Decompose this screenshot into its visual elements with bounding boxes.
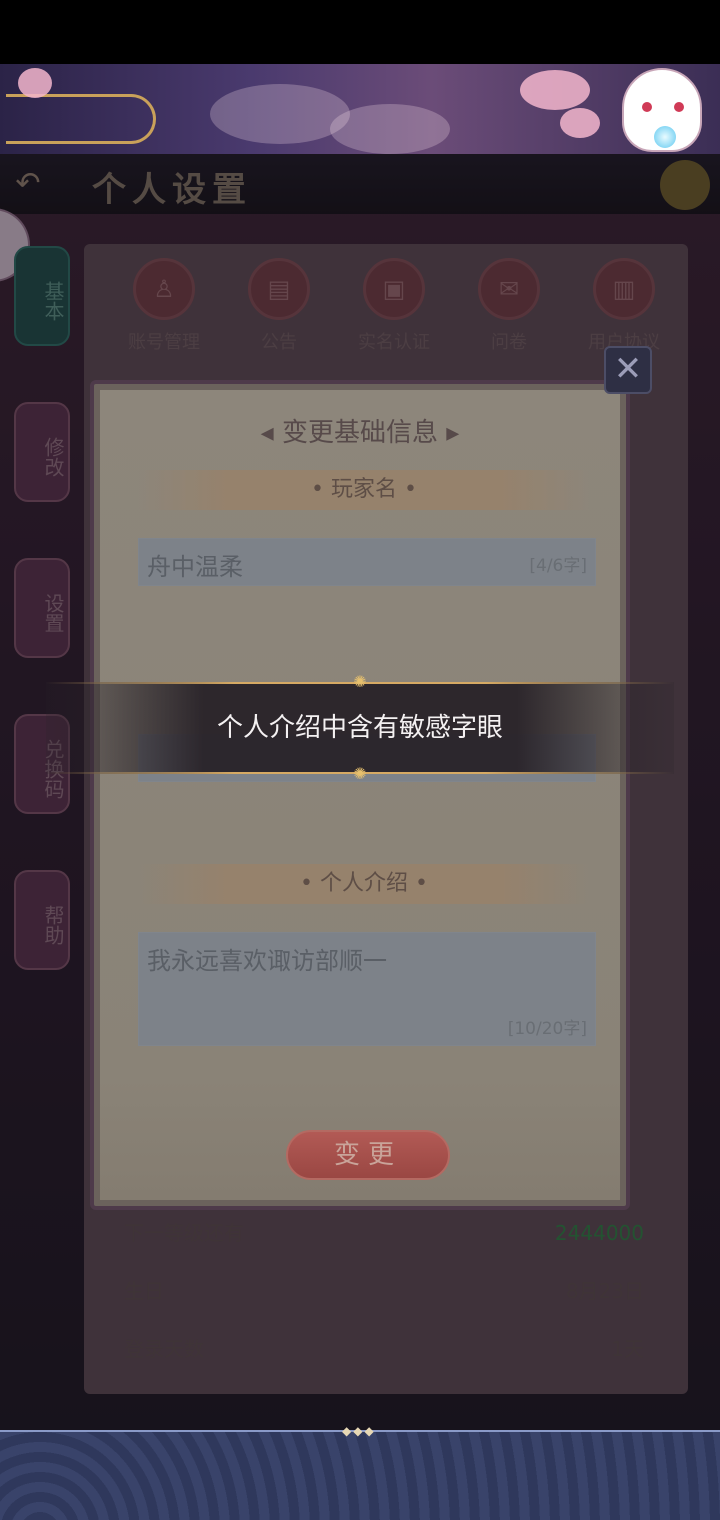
diamond-ornament-icon: ◆◆◆ xyxy=(342,1424,376,1438)
eye-icon xyxy=(674,102,684,112)
section-header-player-name: • 玩家名 • xyxy=(138,470,590,510)
chrysanthemum-icon: ✺ xyxy=(353,764,367,783)
dialog-title: ◂ 变更基础信息 ▸ xyxy=(260,418,460,448)
player-name-count: [4/6字] xyxy=(529,556,587,576)
intro-value: 我永远喜欢诹访部顺一 xyxy=(147,947,387,975)
change-info-dialog: ◂ 变更基础信息 ▸ • 玩家名 • 舟中温柔 [4/6字] • 个人介绍 • … xyxy=(90,380,630,1210)
top-banner-art xyxy=(0,64,720,154)
rabbit-mascot-icon[interactable] xyxy=(622,68,702,152)
cloud-decoration xyxy=(330,104,450,154)
blossom-decoration xyxy=(560,108,600,138)
intro-count: [10/20字] xyxy=(507,1019,587,1039)
change-button[interactable]: 变更 xyxy=(286,1130,450,1180)
cloud-decoration xyxy=(210,84,350,144)
player-name-value: 舟中温柔 xyxy=(147,553,243,581)
bottom-wave-bar: ◆◆◆ xyxy=(0,1424,720,1520)
toast-message: 个人介绍中含有敏感字眼 xyxy=(216,713,503,743)
close-icon: ✕ xyxy=(613,349,643,389)
player-name-input[interactable]: 舟中温柔 [4/6字] xyxy=(138,538,596,586)
blossom-decoration xyxy=(18,68,52,98)
scroll-ornament xyxy=(6,94,156,144)
section-header-intro: • 个人介绍 • xyxy=(138,864,590,904)
close-button[interactable]: ✕ xyxy=(604,346,652,394)
status-bar xyxy=(0,0,720,64)
dialog-body: ◂ 变更基础信息 ▸ • 玩家名 • 舟中温柔 [4/6字] • 个人介绍 • … xyxy=(100,390,620,1200)
blossom-decoration xyxy=(520,70,590,110)
eye-icon xyxy=(642,102,652,112)
intro-textarea[interactable]: 我永远喜欢诹访部顺一 [10/20字] xyxy=(138,932,596,1046)
orb-icon xyxy=(654,126,676,148)
toast-notification: ✺ 个人介绍中含有敏感字眼 ✺ xyxy=(46,674,674,782)
